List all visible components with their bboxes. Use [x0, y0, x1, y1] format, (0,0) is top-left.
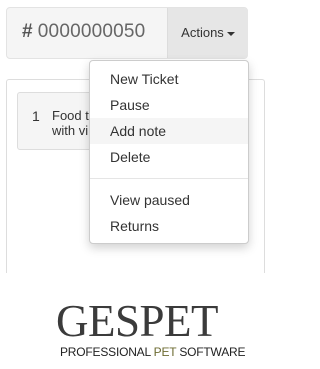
ticket-number-value: 0000000050 — [37, 21, 146, 42]
gespet-logo: GESPET PROFESSIONAL PET SOFTWARE — [0, 296, 271, 366]
menu-item-returns[interactable]: Returns — [90, 213, 248, 239]
menu-item-delete[interactable]: Delete — [90, 144, 248, 170]
caret-down-icon — [226, 31, 235, 36]
menu-item-view-paused[interactable]: View paused — [90, 187, 248, 213]
tagline-part: SOFTWARE — [176, 345, 246, 359]
ticket-number: #0000000050 — [22, 21, 145, 43]
list-item-number: 1 — [32, 108, 40, 124]
menu-item-pause[interactable]: Pause — [90, 92, 248, 118]
menu-item-add-note[interactable]: Add note — [90, 118, 248, 144]
ticket-header: #0000000050 Actions — [6, 7, 248, 59]
menu-divider — [90, 178, 248, 179]
logo-wordmark: GESPET — [56, 296, 219, 346]
tagline-part: PROFESSIONAL — [60, 345, 154, 359]
actions-dropdown-menu: New Ticket Pause Add note Delete View pa… — [89, 60, 249, 244]
actions-button[interactable]: Actions — [167, 8, 248, 58]
hash-icon: # — [22, 21, 33, 42]
logo-tagline: PROFESSIONAL PET SOFTWARE — [60, 345, 245, 359]
actions-button-label: Actions — [181, 25, 224, 40]
logo-part-pet: PET — [139, 296, 219, 346]
tagline-accent: PET — [153, 345, 177, 359]
logo-part-ges: GES — [56, 296, 140, 346]
menu-item-new-ticket[interactable]: New Ticket — [90, 66, 248, 92]
